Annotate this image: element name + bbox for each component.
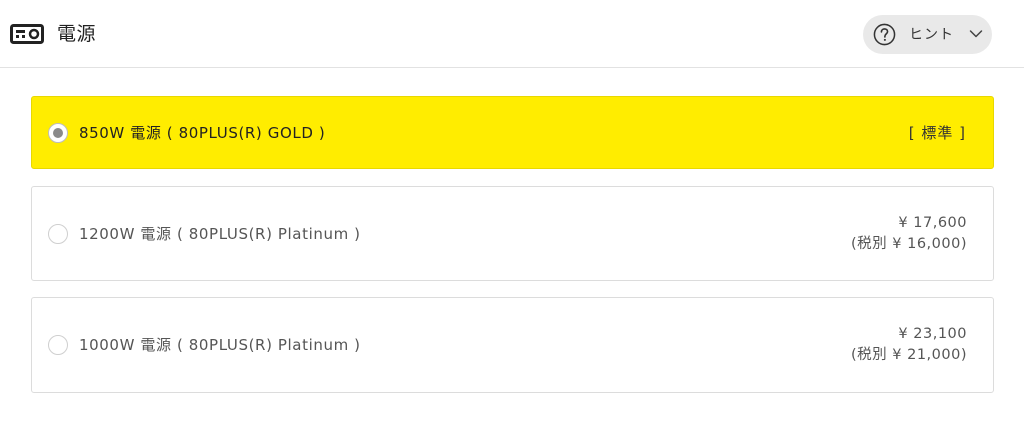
price-block: ¥ 23,100 (税別 ¥ 21,000) bbox=[851, 324, 967, 366]
section-header: 電源 ヒント bbox=[0, 0, 1024, 68]
section-title: 電源 bbox=[57, 23, 97, 45]
chevron-down-icon bbox=[969, 30, 983, 38]
radio-button[interactable] bbox=[48, 335, 68, 355]
price-excl-tax: (税別 ¥ 21,000) bbox=[851, 347, 967, 363]
price-incl-tax: ¥ 23,100 bbox=[898, 326, 967, 342]
hint-button[interactable]: ヒント bbox=[863, 15, 992, 54]
power-supply-icon bbox=[10, 24, 44, 44]
option-850w[interactable]: 850W 電源 ( 80PLUS(R) GOLD ) [ 標準 ] bbox=[31, 96, 994, 169]
radio-button[interactable] bbox=[48, 123, 68, 143]
option-label: 850W 電源 ( 80PLUS(R) GOLD ) bbox=[79, 124, 326, 142]
hint-label: ヒント bbox=[909, 27, 954, 43]
price-excl-tax: (税別 ¥ 16,000) bbox=[851, 236, 967, 252]
option-1000w[interactable]: 1000W 電源 ( 80PLUS(R) Platinum ) ¥ 23,100… bbox=[31, 297, 994, 393]
question-circle-icon bbox=[873, 23, 896, 46]
option-label: 1200W 電源 ( 80PLUS(R) Platinum ) bbox=[79, 225, 361, 243]
price-block: ¥ 17,600 (税別 ¥ 16,000) bbox=[851, 213, 967, 255]
option-label: 1000W 電源 ( 80PLUS(R) Platinum ) bbox=[79, 336, 361, 354]
price-incl-tax: ¥ 17,600 bbox=[898, 215, 967, 231]
standard-tag: [ 標準 ] bbox=[908, 124, 966, 142]
option-1200w[interactable]: 1200W 電源 ( 80PLUS(R) Platinum ) ¥ 17,600… bbox=[31, 186, 994, 281]
radio-button[interactable] bbox=[48, 224, 68, 244]
